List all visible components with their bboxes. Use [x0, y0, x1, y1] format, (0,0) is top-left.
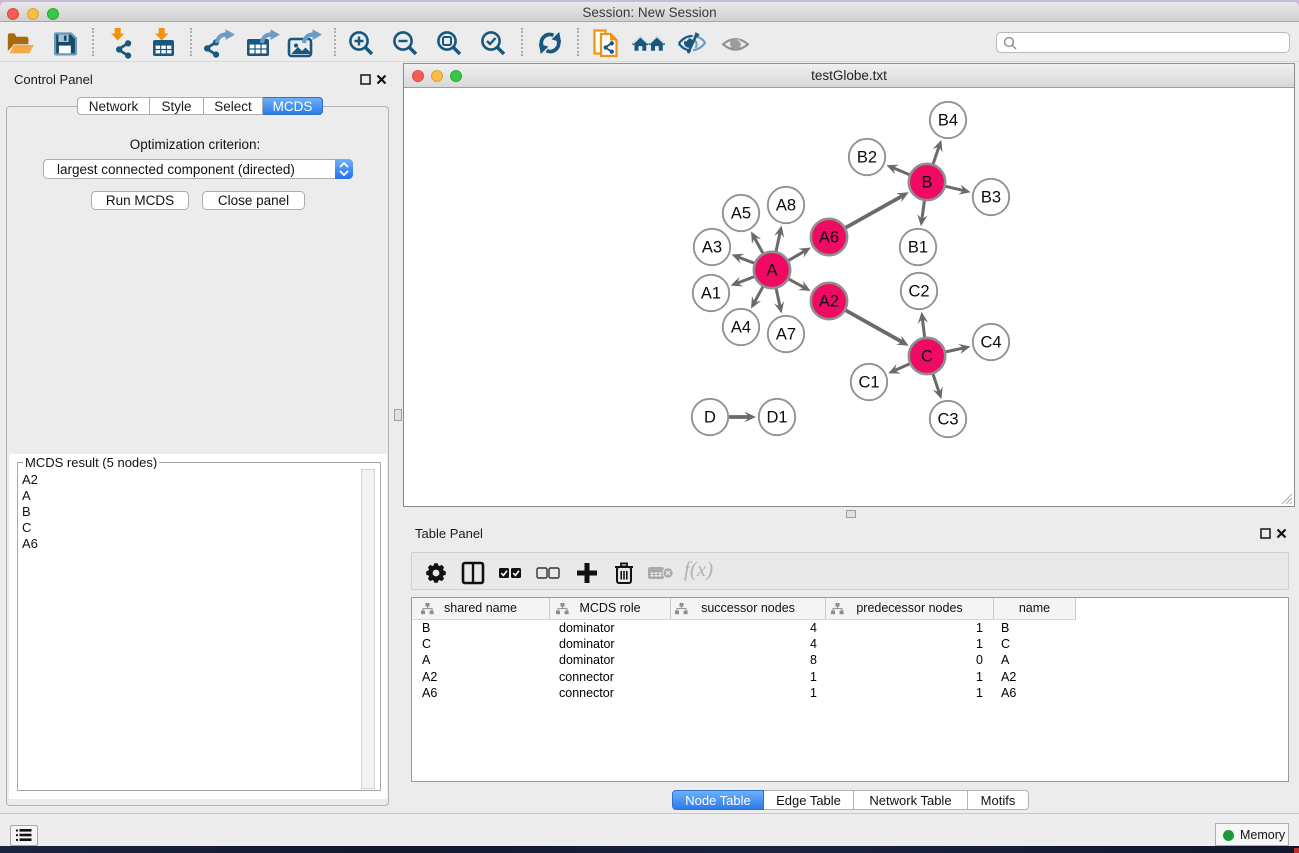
- svg-text:A2: A2: [819, 293, 839, 311]
- svg-text:A7: A7: [776, 326, 796, 344]
- svg-text:A3: A3: [702, 239, 722, 257]
- svg-text:D: D: [704, 409, 716, 427]
- svg-text:D1: D1: [766, 409, 787, 427]
- svg-text:C: C: [921, 348, 933, 366]
- svg-text:C2: C2: [908, 283, 929, 301]
- svg-text:B1: B1: [908, 239, 928, 257]
- svg-text:C1: C1: [858, 374, 879, 392]
- svg-text:A1: A1: [701, 285, 721, 303]
- svg-text:B4: B4: [938, 112, 958, 130]
- svg-text:A4: A4: [731, 319, 751, 337]
- svg-text:A8: A8: [776, 197, 796, 215]
- svg-text:A5: A5: [731, 205, 751, 223]
- svg-text:C3: C3: [937, 411, 958, 429]
- svg-text:B: B: [921, 174, 932, 192]
- svg-text:B3: B3: [981, 189, 1001, 207]
- svg-text:C4: C4: [980, 334, 1001, 352]
- svg-text:A: A: [766, 262, 777, 280]
- svg-text:A6: A6: [819, 229, 839, 247]
- svg-text:B2: B2: [857, 149, 877, 167]
